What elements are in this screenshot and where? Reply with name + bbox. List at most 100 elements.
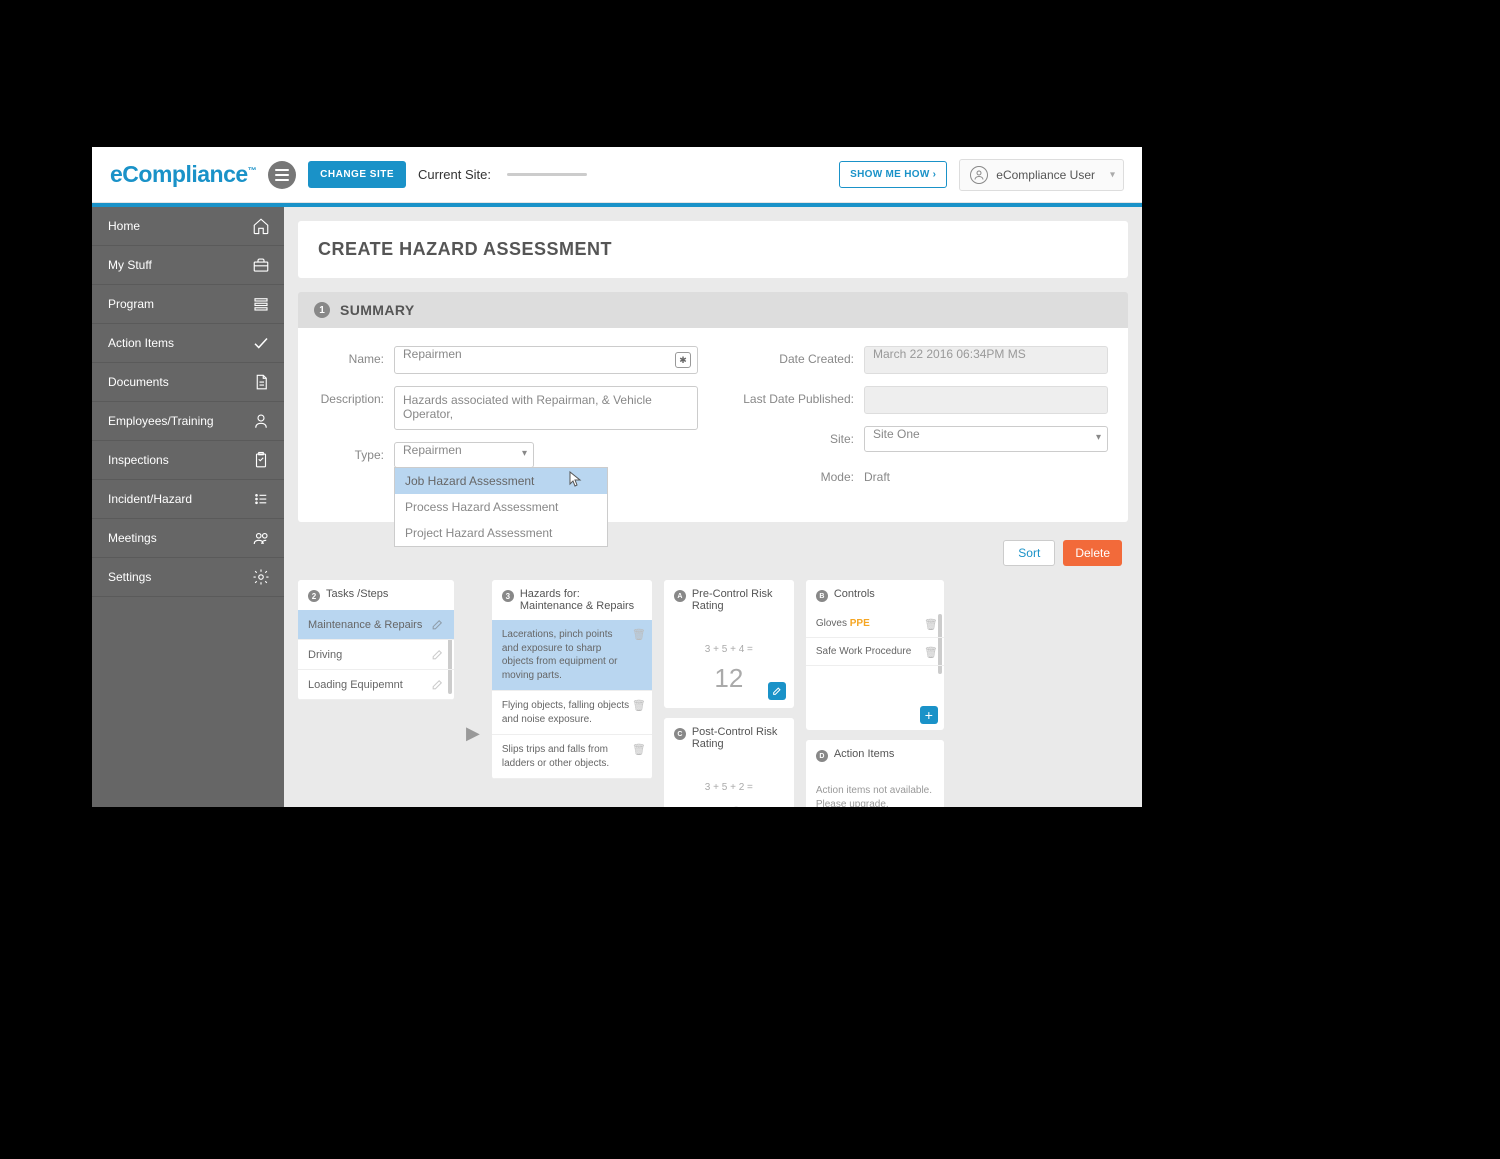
date-created-label: Date Created: xyxy=(728,346,854,366)
sidebar-item-label: Settings xyxy=(108,570,151,584)
page-header: CREATE HAZARD ASSESSMENT xyxy=(298,221,1128,278)
site-select[interactable]: Site One ▾ xyxy=(864,426,1108,452)
sidebar: Home My Stuff Program Action Items Docum… xyxy=(92,207,284,807)
clipboard-icon xyxy=(252,451,270,469)
trash-icon[interactable]: 🗑 xyxy=(924,618,938,631)
topbar: eCompliance™ CHANGE SITE Current Site: S… xyxy=(92,147,1142,203)
hamburger-menu-icon[interactable] xyxy=(268,161,296,189)
trash-icon[interactable]: 🗑 xyxy=(632,628,646,643)
section-title: SUMMARY xyxy=(340,302,415,318)
hazard-item[interactable]: Lacerations, pinch points and exposure t… xyxy=(492,620,652,691)
sidebar-item-home[interactable]: Home xyxy=(92,207,284,246)
person-icon xyxy=(252,412,270,430)
sort-button[interactable]: Sort xyxy=(1003,540,1055,566)
sidebar-item-meetings[interactable]: Meetings xyxy=(92,519,284,558)
sidebar-item-label: Home xyxy=(108,219,140,233)
edit-icon[interactable] xyxy=(431,618,444,631)
action-items-message: Action items not available. Please upgra… xyxy=(806,770,944,807)
type-select[interactable]: Repairmen ▾ xyxy=(394,442,534,468)
rating-formula: 3 + 5 + 4 = xyxy=(674,644,784,655)
delete-button[interactable]: Delete xyxy=(1063,540,1122,566)
task-item[interactable]: Maintenance & Repairs xyxy=(298,610,454,640)
controls-panel: B Controls Gloves PPE 🗑 Safe Work Proced… xyxy=(806,580,944,730)
gear-icon xyxy=(252,568,270,586)
pre-control-rating-panel: A Pre-Control Risk Rating 3 + 5 + 4 = 12 xyxy=(664,580,794,708)
post-control-rating-panel: C Post-Control Risk Rating 3 + 5 + 2 = 1… xyxy=(664,718,794,807)
type-option[interactable]: Project Hazard Assessment xyxy=(395,520,607,546)
summary-form: Name: Repairmen Description: Hazards ass… xyxy=(298,328,1128,522)
rating-formula: 3 + 5 + 2 = xyxy=(674,782,784,793)
description-field-label: Description: xyxy=(318,386,384,406)
last-published-label: Last Date Published: xyxy=(728,386,854,406)
mode-field-label: Mode: xyxy=(728,464,854,484)
edit-icon[interactable] xyxy=(431,678,444,691)
rating-score: 10 xyxy=(674,801,784,807)
sidebar-item-label: Program xyxy=(108,297,154,311)
page-title: CREATE HAZARD ASSESSMENT xyxy=(318,239,1108,260)
edit-icon[interactable] xyxy=(431,648,444,661)
sidebar-item-employees[interactable]: Employees/Training xyxy=(92,402,284,441)
sidebar-item-label: Incident/Hazard xyxy=(108,492,192,506)
control-item[interactable]: Safe Work Procedure 🗑 xyxy=(806,638,944,666)
hazard-item[interactable]: Slips trips and falls from ladders or ot… xyxy=(492,735,652,779)
mode-value: Draft xyxy=(864,464,890,484)
sidebar-item-my-stuff[interactable]: My Stuff xyxy=(92,246,284,285)
section-letter-badge: D xyxy=(816,750,828,762)
trash-icon[interactable]: 🗑 xyxy=(632,743,646,758)
avatar-icon xyxy=(970,166,988,184)
panel-title: Hazards for: Maintenance & Repairs xyxy=(520,588,634,612)
sidebar-item-settings[interactable]: Settings xyxy=(92,558,284,597)
sidebar-item-incident[interactable]: Incident/Hazard xyxy=(92,480,284,519)
last-published-field xyxy=(864,386,1108,414)
control-item[interactable]: Gloves PPE 🗑 xyxy=(806,610,944,638)
sidebar-item-label: My Stuff xyxy=(108,258,152,272)
action-items-panel: D Action Items Action items not availabl… xyxy=(806,740,944,807)
task-item[interactable]: Loading Equipemnt xyxy=(298,670,454,700)
sidebar-item-label: Action Items xyxy=(108,336,174,350)
chevron-down-icon: ▾ xyxy=(1096,432,1101,443)
name-field-label: Name: xyxy=(318,346,384,366)
type-option[interactable]: Job Hazard Assessment xyxy=(395,468,607,494)
user-name-label: eCompliance User xyxy=(996,168,1095,182)
type-field-label: Type: xyxy=(318,442,384,462)
section-letter-badge: C xyxy=(674,728,686,740)
task-item[interactable]: Driving xyxy=(298,640,454,670)
description-textarea[interactable]: Hazards associated with Repairman, & Veh… xyxy=(394,386,698,430)
sidebar-item-documents[interactable]: Documents xyxy=(92,363,284,402)
user-menu-dropdown[interactable]: eCompliance User ▾ xyxy=(959,159,1124,191)
panel-title: Action Items xyxy=(834,748,895,760)
stacks-icon xyxy=(252,295,270,313)
cursor-icon xyxy=(569,471,583,490)
briefcase-icon xyxy=(252,256,270,274)
change-site-button[interactable]: CHANGE SITE xyxy=(308,161,406,188)
brand-name: eCompliance xyxy=(110,161,248,187)
brand-tm: ™ xyxy=(248,165,257,175)
add-control-button[interactable]: + xyxy=(920,706,938,724)
type-dropdown-menu: Job Hazard Assessment Process Hazard Ass… xyxy=(394,467,608,547)
trash-icon[interactable]: 🗑 xyxy=(924,646,938,659)
date-created-field: March 22 2016 06:34PM MS xyxy=(864,346,1108,374)
chevron-down-icon: ▾ xyxy=(1110,169,1115,180)
brand-logo: eCompliance™ xyxy=(110,161,256,188)
edit-rating-button[interactable] xyxy=(768,682,786,700)
site-placeholder-line xyxy=(507,173,587,176)
section-letter-badge: A xyxy=(674,590,686,602)
arrow-right-icon: ▶ xyxy=(466,723,480,744)
tasks-panel: 2 Tasks /Steps Maintenance & Repairs Dri… xyxy=(298,580,454,700)
sidebar-item-inspections[interactable]: Inspections xyxy=(92,441,284,480)
section-summary-header: 1 SUMMARY xyxy=(298,292,1128,328)
sidebar-item-action-items[interactable]: Action Items xyxy=(92,324,284,363)
panel-title: Controls xyxy=(834,588,875,600)
show-me-how-button[interactable]: SHOW ME HOW › xyxy=(839,161,947,188)
document-icon xyxy=(252,373,270,391)
body-area: Home My Stuff Program Action Items Docum… xyxy=(92,207,1142,807)
type-option[interactable]: Process Hazard Assessment xyxy=(395,494,607,520)
hazard-item[interactable]: Flying objects, falling objects and nois… xyxy=(492,691,652,735)
trash-icon[interactable]: 🗑 xyxy=(632,699,646,714)
sidebar-item-label: Meetings xyxy=(108,531,157,545)
panel-title: Pre-Control Risk Rating xyxy=(692,588,784,612)
sidebar-item-program[interactable]: Program xyxy=(92,285,284,324)
name-input[interactable]: Repairmen xyxy=(394,346,698,374)
step-number-badge: 2 xyxy=(308,590,320,602)
panel-title: Tasks /Steps xyxy=(326,588,388,600)
